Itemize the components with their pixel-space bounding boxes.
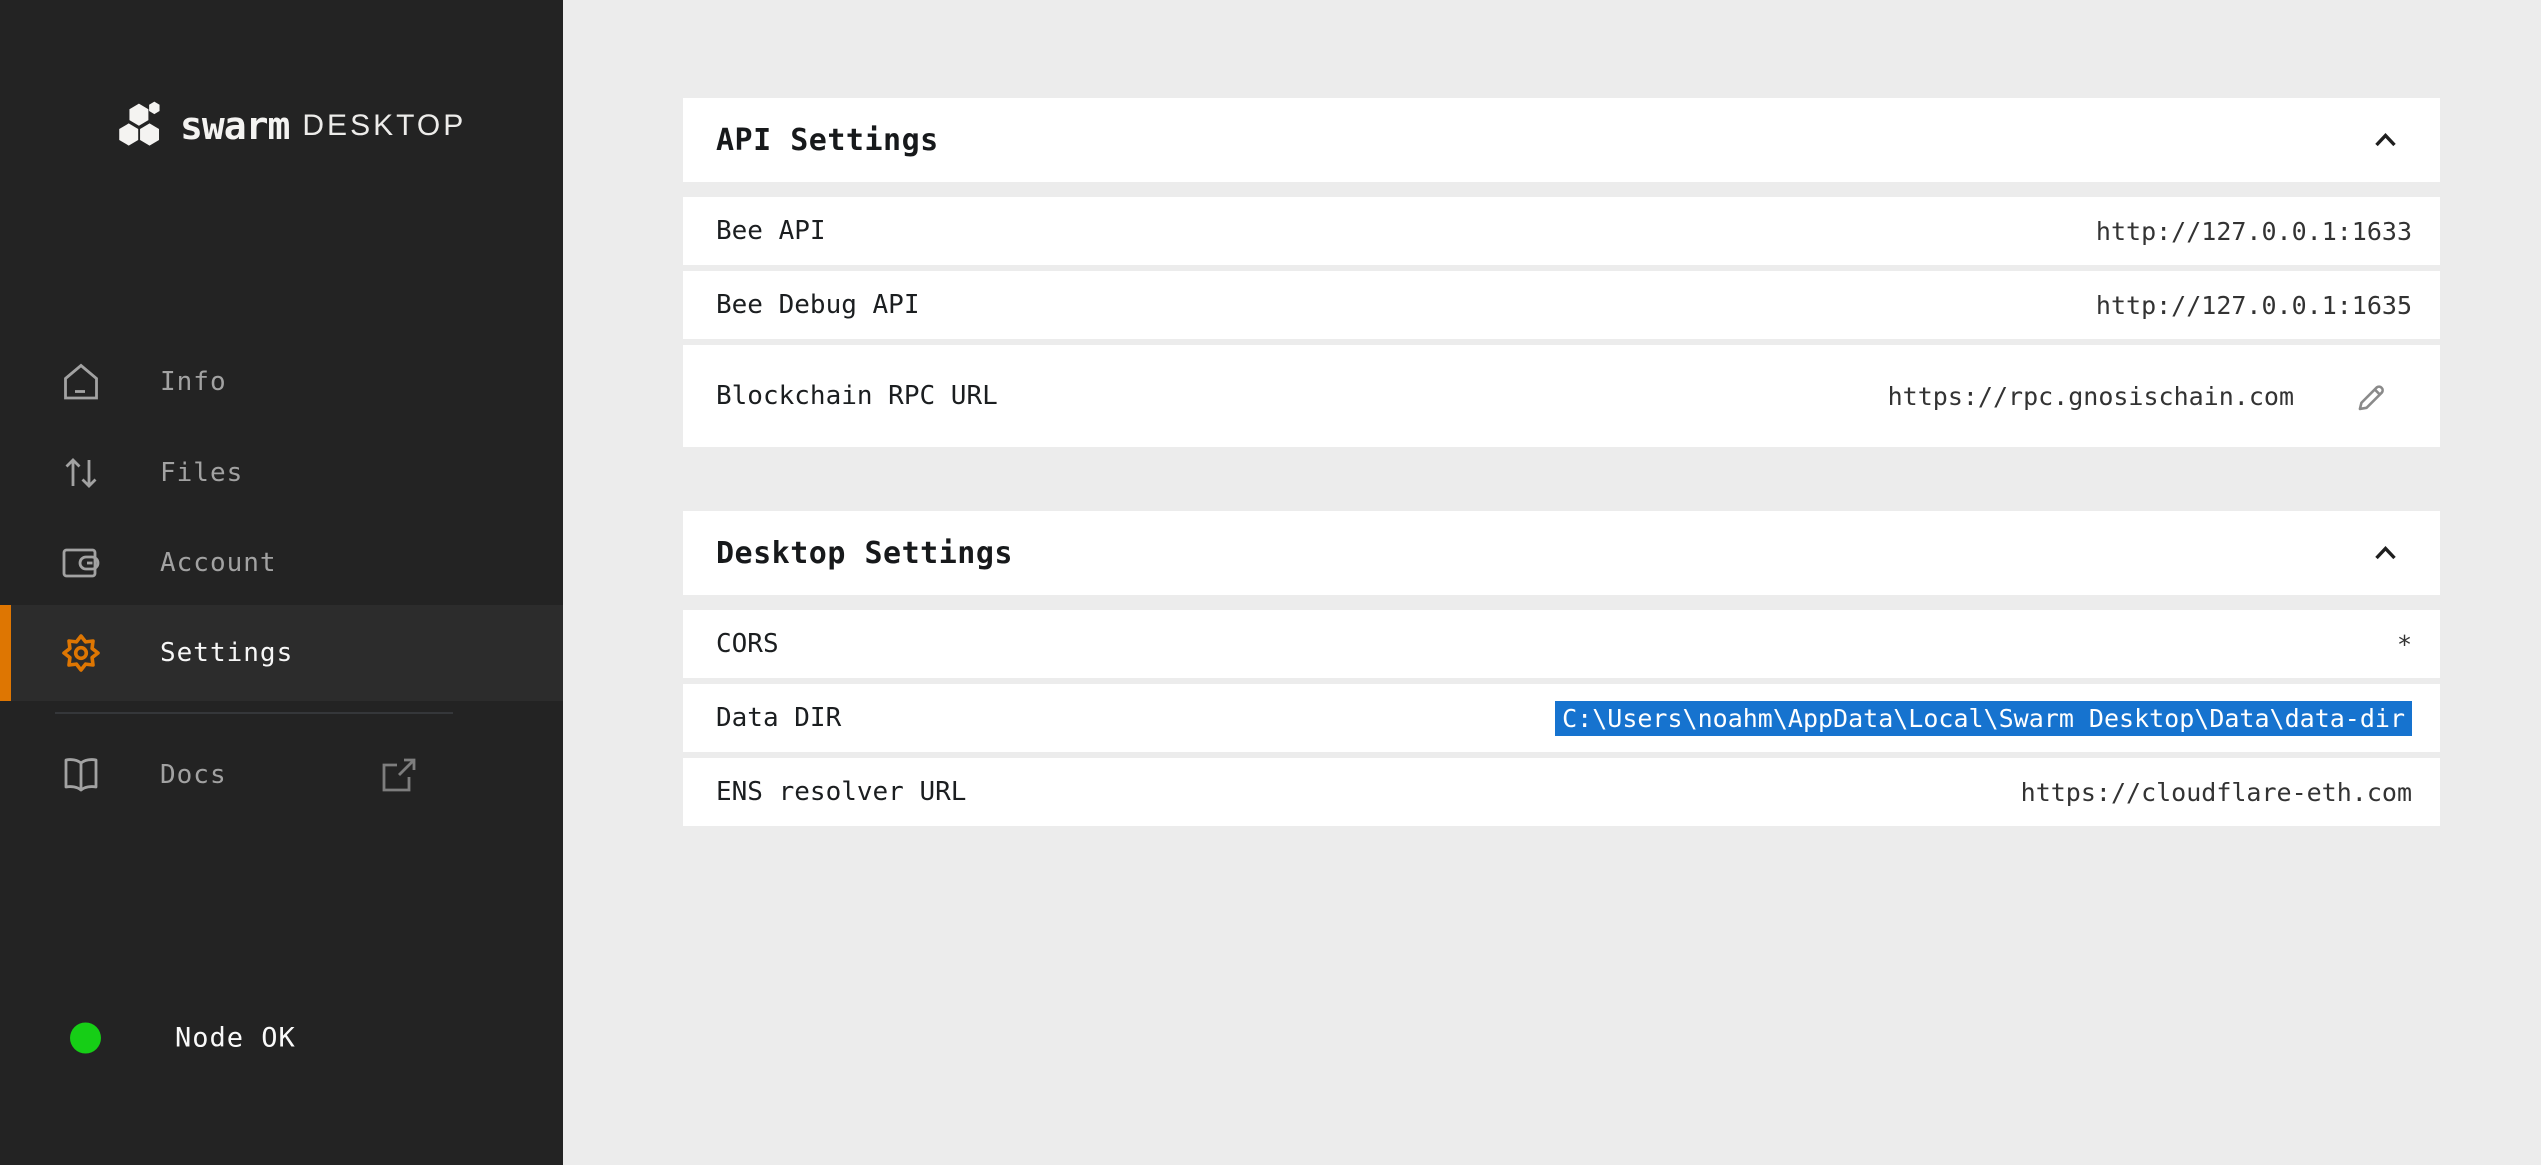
book-icon [58,752,104,798]
setting-value: * [2397,630,2412,659]
sidebar-item-label: Info [160,367,227,397]
section-desktop-settings: Desktop Settings CORS * Data DIR C:\User… [683,511,2440,826]
pencil-icon [2353,377,2391,415]
wallet-icon [58,540,104,586]
swarm-logo-icon [118,101,164,151]
setting-row-ens-resolver-url: ENS resolver URL https://cloudflare-eth.… [683,758,2440,826]
settings-page: API Settings Bee API http://127.0.0.1:16… [563,0,2541,1165]
sidebar-item-files[interactable]: Files [0,428,563,518]
section-header: API Settings [683,98,2440,182]
setting-value: https://cloudflare-eth.com [2021,778,2412,807]
node-status: Node OK [0,1010,563,1066]
gear-icon [58,630,104,676]
setting-label: Bee Debug API [716,290,920,320]
sidebar-item-settings[interactable]: Settings [0,605,563,701]
setting-row-cors: CORS * [683,610,2440,678]
setting-row-blockchain-rpc-url: Blockchain RPC URL https://rpc.gnosischa… [683,345,2440,447]
brand-suffix: DESKTOP [302,109,466,143]
app-logo: swarm DESKTOP [118,100,466,152]
setting-value-selected: C:\Users\noahm\AppData\Local\Swarm Deskt… [1555,701,2412,736]
setting-label: Data DIR [716,703,841,733]
home-icon [58,359,104,405]
setting-value: http://127.0.0.1:1635 [2096,291,2412,320]
section-header: Desktop Settings [683,511,2440,595]
arrows-up-down-icon [58,450,104,496]
edit-button[interactable] [2352,376,2392,416]
brand-name: swarm [180,104,289,148]
sidebar-item-label: Settings [160,638,293,668]
setting-row-bee-debug-api: Bee Debug API http://127.0.0.1:1635 [683,271,2440,339]
external-link-icon [378,754,420,796]
sidebar: swarm DESKTOP Info Files [0,0,563,1165]
setting-label: ENS resolver URL [716,777,966,807]
collapse-chevron-up-icon[interactable] [2370,538,2400,568]
setting-label: CORS [716,629,779,659]
sidebar-item-info[interactable]: Info [0,337,563,427]
swarm-desktop-window: swarm DESKTOP Info Files [0,0,2541,1165]
status-ok-dot [70,1023,101,1054]
setting-value: http://127.0.0.1:1633 [2096,217,2412,246]
section-title: API Settings [716,123,939,158]
setting-row-data-dir: Data DIR C:\Users\noahm\AppData\Local\Sw… [683,684,2440,752]
sidebar-item-docs[interactable]: Docs [0,730,563,820]
setting-row-bee-api: Bee API http://127.0.0.1:1633 [683,197,2440,265]
sidebar-item-label: Account [160,548,277,578]
section-title: Desktop Settings [716,536,1013,571]
setting-label: Bee API [716,216,826,246]
setting-label: Blockchain RPC URL [716,381,998,411]
status-label: Node OK [175,1023,296,1054]
setting-value: https://rpc.gnosischain.com [1888,382,2294,411]
sidebar-item-label: Files [160,458,243,488]
sidebar-divider [55,712,453,714]
sidebar-item-account[interactable]: Account [0,518,563,608]
collapse-chevron-up-icon[interactable] [2370,125,2400,155]
sidebar-item-label: Docs [160,760,227,790]
section-api-settings: API Settings Bee API http://127.0.0.1:16… [683,98,2440,447]
